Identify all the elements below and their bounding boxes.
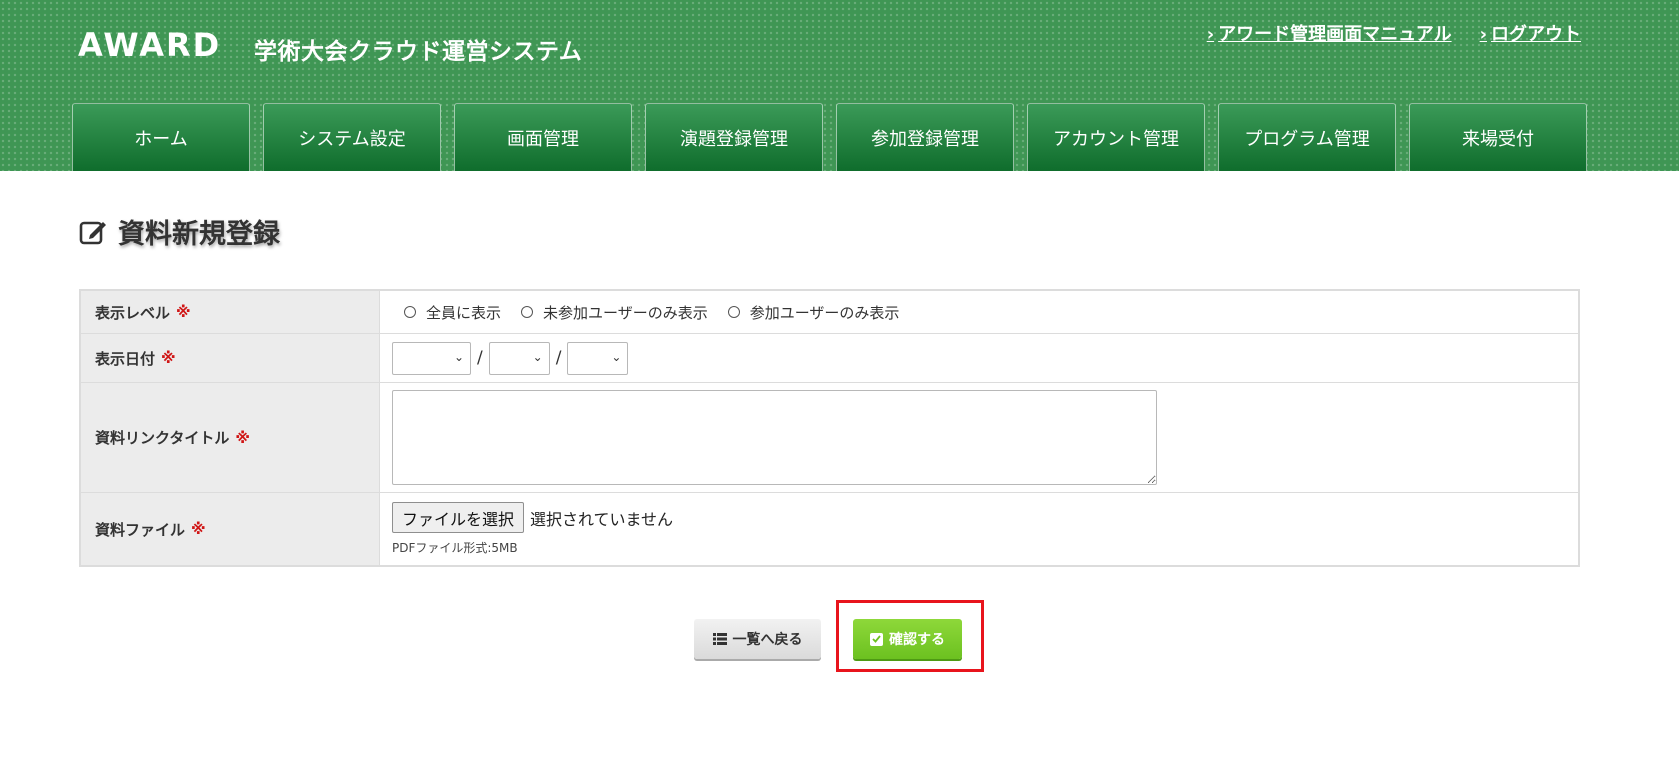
- tab-account-management[interactable]: アカウント管理: [1027, 103, 1205, 171]
- chevron-down-icon: ⌄: [532, 349, 543, 364]
- confirm-button-label: 確認する: [889, 632, 945, 648]
- display-level-label: 表示レベル ※: [81, 291, 380, 333]
- file-picker: ファイルを選択 選択されていません: [392, 502, 673, 533]
- top-links: › アワード管理画面マニュアル › ログアウト: [1207, 20, 1581, 46]
- required-mark: ※: [176, 303, 191, 321]
- radio-circle[interactable]: [521, 306, 534, 318]
- form-row-display-level: 表示レベル ※ 全員に表示 未参加ユーザーのみ表示 参加ユーザーのみ表示: [81, 291, 1578, 334]
- tab-registration-management[interactable]: 参加登録管理: [836, 103, 1014, 171]
- tab-screen-management[interactable]: 画面管理: [454, 103, 632, 171]
- logout-link[interactable]: › ログアウト: [1480, 20, 1581, 46]
- display-date-value: ⌄ / ⌄ / ⌄: [380, 334, 1578, 382]
- chevron-right-icon: ›: [1479, 24, 1487, 45]
- main-nav: ホーム システム設定 画面管理 演題登録管理 参加登録管理 アカウント管理 プロ…: [72, 103, 1587, 171]
- tab-program-management[interactable]: プログラム管理: [1218, 103, 1396, 171]
- page-title: 資料新規登録: [78, 212, 280, 251]
- display-level-value: 全員に表示 未参加ユーザーのみ表示 参加ユーザーのみ表示: [380, 291, 1578, 333]
- list-icon: [712, 633, 727, 645]
- site-title: 学術大会クラウド運営システム: [254, 39, 583, 65]
- day-select[interactable]: ⌄: [567, 341, 629, 375]
- file-format-note: PDFファイル形式:5MB: [392, 541, 518, 555]
- required-mark: ※: [161, 349, 176, 367]
- year-select[interactable]: ⌄: [392, 341, 471, 375]
- edit-icon: [79, 221, 106, 244]
- material-form: 表示レベル ※ 全員に表示 未参加ユーザーのみ表示 参加ユーザーのみ表示 表示日付…: [79, 289, 1580, 567]
- link-title-value: [380, 383, 1578, 492]
- tab-reception[interactable]: 来場受付: [1409, 103, 1587, 171]
- manual-link[interactable]: › アワード管理画面マニュアル: [1207, 20, 1452, 46]
- check-square-icon: [870, 632, 883, 646]
- link-title-label: 資料リンクタイトル ※: [81, 383, 380, 492]
- radio-participants[interactable]: 参加ユーザーのみ表示: [727, 302, 899, 323]
- form-row-display-date: 表示日付 ※ ⌄ / ⌄ / ⌄: [81, 334, 1578, 383]
- page-title-text: 資料新規登録: [118, 219, 280, 250]
- radio-circle[interactable]: [404, 306, 416, 318]
- tab-home[interactable]: ホーム: [72, 103, 250, 171]
- file-status: 選択されていません: [530, 509, 674, 529]
- form-row-link-title: 資料リンクタイトル ※: [81, 383, 1578, 493]
- chevron-right-icon: ›: [1206, 24, 1215, 45]
- radio-all-users[interactable]: 全員に表示: [404, 302, 501, 323]
- chevron-down-icon: ⌄: [453, 349, 464, 364]
- chevron-down-icon: ⌄: [611, 349, 622, 364]
- file-value: ファイルを選択 選択されていません PDFファイル形式:5MB: [380, 493, 1578, 565]
- display-level-radio-group: 全員に表示 未参加ユーザーのみ表示 参加ユーザーのみ表示: [404, 302, 899, 323]
- month-select[interactable]: ⌄: [488, 341, 550, 375]
- tab-abstract-management[interactable]: 演題登録管理: [645, 103, 823, 171]
- form-row-file: 資料ファイル ※ ファイルを選択 選択されていません PDFファイル形式:5MB: [81, 493, 1578, 565]
- header: AWARD 学術大会クラウド運営システム › アワード管理画面マニュアル › ログア…: [0, 0, 1679, 171]
- award-logo[interactable]: AWARD: [78, 26, 221, 64]
- back-to-list-button[interactable]: 一覧へ戻る: [694, 619, 821, 659]
- radio-non-participants[interactable]: 未参加ユーザーのみ表示: [521, 302, 708, 323]
- link-title-textarea[interactable]: [392, 390, 1157, 485]
- required-mark: ※: [191, 520, 206, 538]
- tab-system-settings[interactable]: システム設定: [263, 103, 441, 171]
- display-date-label: 表示日付 ※: [81, 334, 380, 382]
- back-button-label: 一覧へ戻る: [732, 632, 803, 648]
- confirm-button[interactable]: 確認する: [853, 619, 962, 659]
- required-mark: ※: [235, 428, 250, 447]
- file-label: 資料ファイル ※: [81, 493, 380, 565]
- radio-circle[interactable]: [727, 306, 740, 318]
- choose-file-button[interactable]: ファイルを選択: [392, 502, 525, 533]
